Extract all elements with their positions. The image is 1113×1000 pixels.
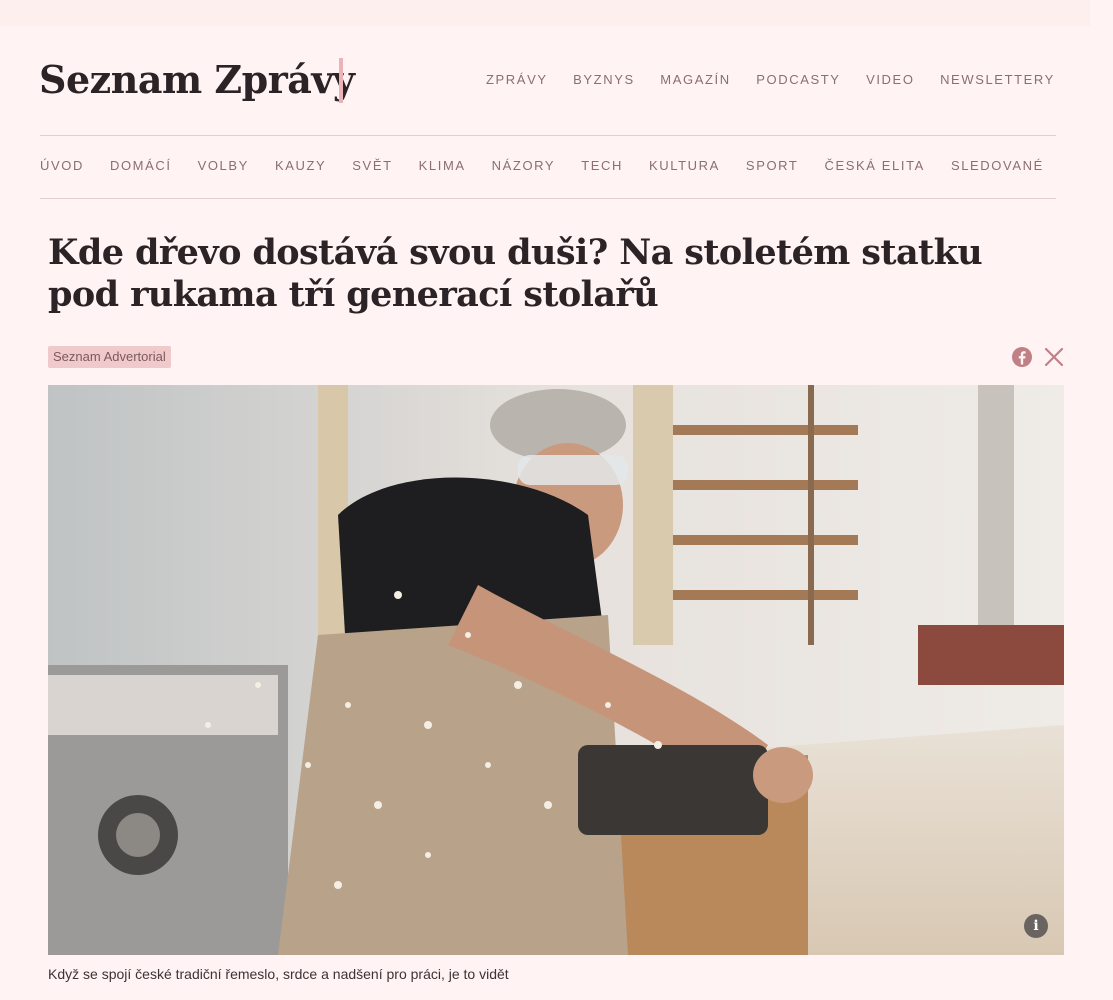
section-nav-sledovane[interactable]: SLEDOVANÉ — [951, 158, 1044, 173]
top-nav-video[interactable]: VIDEO — [866, 72, 914, 87]
section-nav-ceska-elita[interactable]: ČESKÁ ELITA — [824, 158, 924, 173]
top-nav-magazin[interactable]: MAGAZÍN — [660, 72, 730, 87]
top-nav: ZPRÁVY BYZNYS MAGAZÍN PODCASTY VIDEO NEW… — [486, 72, 1055, 87]
section-nav-domaci[interactable]: DOMÁCÍ — [110, 158, 172, 173]
section-nav-nazory[interactable]: NÁZORY — [492, 158, 556, 173]
section-nav-klima[interactable]: KLIMA — [419, 158, 466, 173]
top-nav-zpravy[interactable]: ZPRÁVY — [486, 72, 548, 87]
section-nav-volby[interactable]: VOLBY — [198, 158, 249, 173]
x-share-button[interactable] — [1043, 346, 1065, 368]
woodworker-photo — [48, 385, 1064, 955]
top-nav-byznys[interactable]: BYZNYS — [573, 72, 635, 87]
section-nav-sport[interactable]: SPORT — [746, 158, 799, 173]
top-nav-podcasty[interactable]: PODCASTY — [756, 72, 840, 87]
logo-accent-bar — [339, 58, 343, 103]
facebook-share-button[interactable] — [1011, 346, 1033, 368]
image-caption: Když se spojí české tradiční řemeslo, sr… — [48, 966, 509, 982]
article-title: Kde dřevo dostává svou duši? Na stoletém… — [48, 232, 983, 315]
section-nav-tech[interactable]: TECH — [581, 158, 623, 173]
top-strip — [0, 0, 1090, 26]
hero-image — [48, 385, 1064, 955]
image-info-button[interactable]: i — [1024, 914, 1048, 938]
divider-bottom — [40, 198, 1056, 199]
section-nav: ÚVOD DOMÁCÍ VOLBY KAUZY SVĚT KLIMA NÁZOR… — [40, 158, 1044, 173]
section-nav-kultura[interactable]: KULTURA — [649, 158, 720, 173]
top-nav-newslettery[interactable]: NEWSLETTERY — [940, 72, 1055, 87]
divider-top — [40, 135, 1056, 136]
advertorial-badge: Seznam Advertorial — [48, 346, 171, 368]
section-nav-uvod[interactable]: ÚVOD — [40, 158, 84, 173]
facebook-icon — [1012, 347, 1032, 367]
site-logo[interactable]: Seznam Zprávy — [39, 56, 355, 104]
x-icon — [1044, 347, 1064, 367]
section-nav-svet[interactable]: SVĚT — [352, 158, 392, 173]
section-nav-kauzy[interactable]: KAUZY — [275, 158, 326, 173]
